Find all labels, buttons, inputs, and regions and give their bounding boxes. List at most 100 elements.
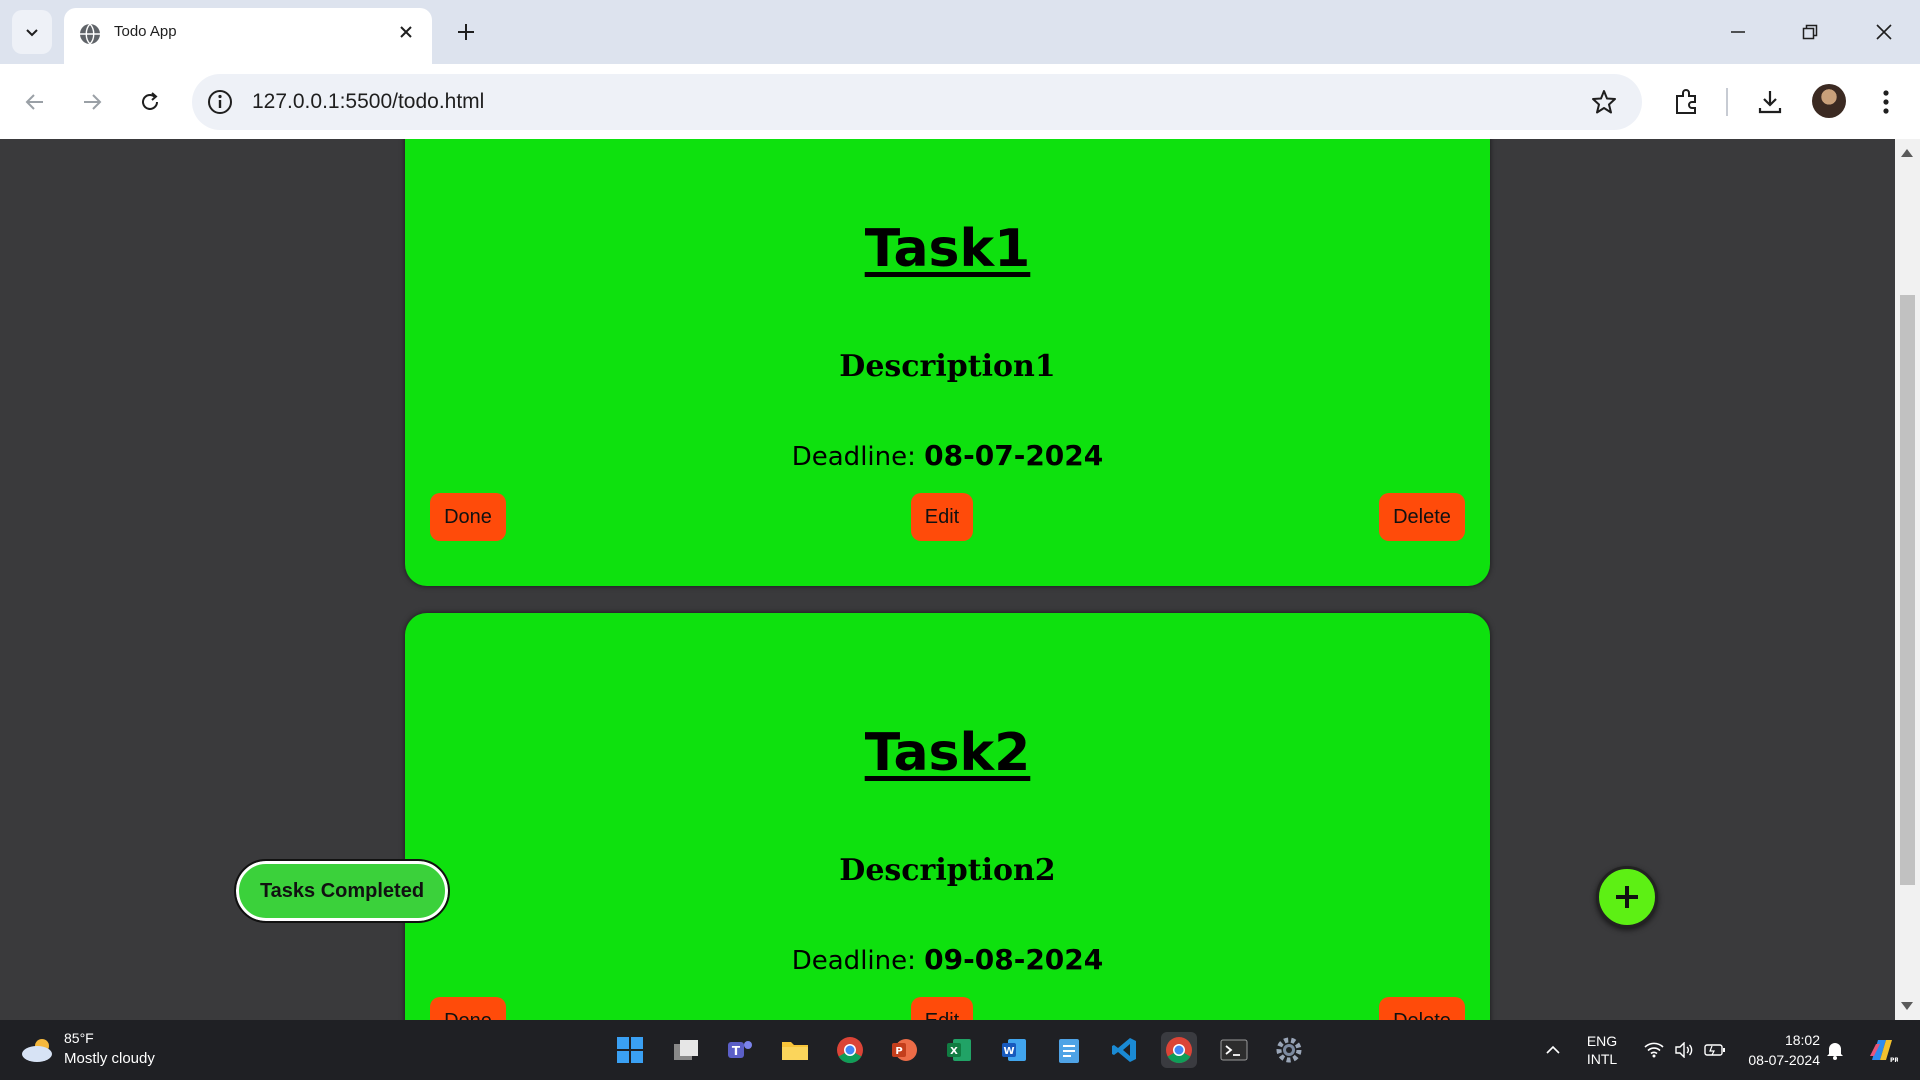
notepad-app[interactable] [1051,1032,1087,1068]
task-view-button[interactable] [668,1032,704,1068]
start-button[interactable] [612,1032,648,1068]
chrome-icon [1166,1037,1192,1064]
more-vertical-icon [1883,90,1889,114]
add-task-button[interactable] [1596,866,1658,928]
folder-icon [782,1042,808,1060]
close-tab-icon[interactable] [394,20,418,44]
done-button[interactable]: Done [430,493,506,541]
page-scrollbar[interactable] [1895,139,1920,1020]
windows-logo-icon [617,1037,643,1063]
browser-toolbar: 127.0.0.1:5500/todo.html [0,64,1920,139]
minimize-button[interactable] [1702,0,1774,64]
arrow-right-icon [84,94,102,110]
profile-avatar[interactable] [1812,84,1846,118]
task-deadline: Deadline: 08-07-2024 [405,439,1490,472]
page-viewport: Task1 Description1 Deadline: 08-07-2024 … [0,139,1895,1020]
bookmark-star-icon[interactable] [1590,88,1618,116]
teams-icon: T [728,1041,752,1058]
svg-text:PRE: PRE [1890,1057,1898,1064]
scrollbar-thumb[interactable] [1900,295,1915,885]
deadline-label: Deadline: [791,946,916,976]
powerpoint-icon: P [892,1039,917,1061]
task-description: Description1 [839,349,1056,384]
svg-text:X: X [950,1046,958,1057]
back-button[interactable] [15,82,55,122]
reload-button[interactable] [130,82,170,122]
tab-title: Todo App [114,23,177,40]
excel-icon: X [947,1039,971,1061]
clock-date: 08-07-2024 [1748,1052,1820,1068]
file-explorer-app[interactable] [777,1032,813,1068]
scroll-up-arrow-icon[interactable] [1901,149,1913,157]
system-tray-status[interactable] [1640,1020,1730,1080]
tab-search-button[interactable] [12,10,52,54]
excel-app[interactable]: X [941,1032,977,1068]
site-info-icon[interactable] [206,88,234,116]
weather-widget[interactable]: 85°F Mostly cloudy [20,1028,200,1072]
tab-strip: Todo App [0,0,1920,64]
task-title: Task1 [864,219,1031,279]
task-deadline: Deadline: 09-08-2024 [405,943,1490,976]
task-card: Task1 Description1 Deadline: 08-07-2024 … [405,139,1490,586]
taskbar: 85°F Mostly cloudy T P X W ENG INTL 18:0… [0,1020,1920,1080]
powerpoint-app[interactable]: P [886,1032,922,1068]
url-text[interactable]: 127.0.0.1:5500/todo.html [252,74,484,130]
language-code: ENG [1586,1033,1618,1049]
word-app[interactable]: W [996,1032,1032,1068]
chevron-up-icon [1546,1045,1560,1054]
delete-button[interactable]: Delete [1379,493,1465,541]
download-icon [1758,91,1782,114]
scroll-down-arrow-icon[interactable] [1901,1002,1913,1010]
task-description: Description2 [839,853,1056,888]
deadline-date: 09-08-2024 [924,943,1104,976]
clock-time: 18:02 [1784,1032,1820,1048]
task-card: Task2 Description2 Deadline: 09-08-2024 … [405,613,1490,1020]
chrome-app[interactable] [832,1032,868,1068]
arrow-left-icon [25,94,43,110]
edit-button[interactable]: Edit [911,997,973,1020]
chevron-down-icon [26,29,38,37]
browser-tab[interactable]: Todo App [64,8,432,64]
bell-icon [1827,1043,1843,1060]
weather-temperature: 85°F [64,1030,94,1046]
globe-icon [80,23,100,45]
notifications-button[interactable] [1822,1020,1848,1080]
teams-app[interactable]: T [722,1032,758,1068]
extensions-button[interactable] [1668,84,1704,120]
svg-text:T: T [732,1044,741,1058]
delete-button[interactable]: Delete [1379,997,1465,1020]
svg-text:P: P [895,1046,902,1057]
copilot-icon: PRE [1870,1040,1898,1064]
clock[interactable]: 18:02 08-07-2024 [1730,1020,1820,1080]
battery-icon [1704,1044,1725,1056]
forward-button[interactable] [72,82,112,122]
terminal-app[interactable] [1216,1032,1252,1068]
wifi-icon [1644,1042,1664,1058]
language-indicator[interactable]: ENG INTL [1572,1020,1632,1080]
show-hidden-icons[interactable] [1538,1020,1568,1080]
cloudy-weather-icon [22,1039,52,1062]
svg-text:W: W [1003,1046,1014,1057]
word-icon: W [1002,1039,1026,1061]
address-bar[interactable]: 127.0.0.1:5500/todo.html [192,74,1642,130]
chrome-icon [837,1037,863,1064]
gear-icon [1276,1037,1302,1063]
vscode-app[interactable] [1106,1032,1142,1068]
restore-button[interactable] [1774,0,1846,64]
close-window-button[interactable] [1848,0,1920,64]
browser-menu-button[interactable] [1868,84,1904,120]
restore-icon [1802,24,1818,40]
chrome-active-app[interactable] [1161,1032,1197,1068]
edit-button[interactable]: Edit [911,493,973,541]
settings-app[interactable] [1271,1032,1307,1068]
reload-icon [142,92,158,110]
done-button[interactable]: Done [430,997,506,1020]
downloads-button[interactable] [1752,84,1788,120]
toolbar-separator [1726,88,1728,116]
deadline-date: 08-07-2024 [924,439,1104,472]
plus-icon [458,24,474,40]
new-tab-button[interactable] [450,14,482,50]
minimize-icon [1731,31,1745,33]
copilot-button[interactable]: PRE [1862,1020,1902,1080]
tasks-completed-button[interactable]: Tasks Completed [234,859,450,923]
